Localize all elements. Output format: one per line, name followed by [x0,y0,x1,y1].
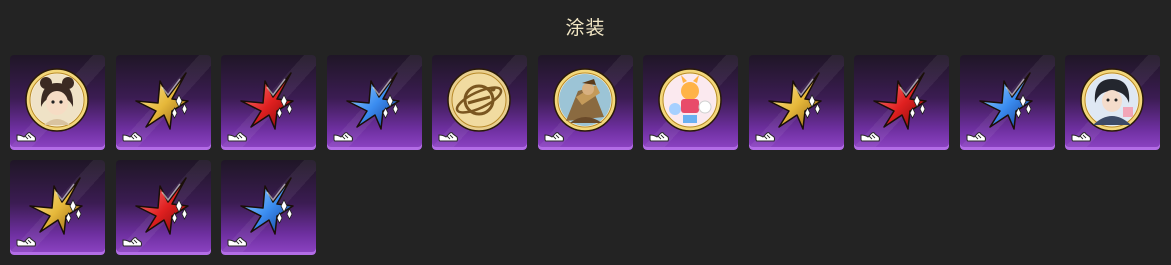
gold-star-icon [29,177,83,235]
blue-star-icon [345,72,400,130]
skin-tile[interactable] [221,55,316,150]
portrait-warrior-icon [552,68,617,132]
blue-star-icon [240,177,294,235]
red-star-icon [240,72,294,130]
shoe-icon [16,132,36,142]
skin-tile[interactable] [115,55,211,150]
blue-star-icon [978,72,1033,130]
skin-tile[interactable] [748,55,844,150]
shoe-icon [755,132,775,142]
portrait-chibi-icon [658,68,722,132]
skin-grid [10,55,1160,255]
skin-tile[interactable] [1065,55,1160,150]
skin-tile[interactable] [221,160,316,255]
shoe-icon [227,237,247,247]
skin-tile[interactable] [959,55,1055,150]
shoe-icon [227,132,247,142]
shoe-icon [860,132,880,142]
shoe-icon [333,132,353,142]
shoe-icon [16,237,36,247]
shoe-icon [122,132,142,142]
skin-tile[interactable] [537,55,633,150]
gold-star-icon [134,72,189,130]
shoe-icon [1071,132,1091,142]
shoe-icon [544,132,564,142]
red-star-icon [873,72,927,130]
skin-tile[interactable] [854,55,949,150]
shoe-icon [966,132,986,142]
planet-emblem-icon [447,68,511,132]
portrait-girl-icon [25,68,89,132]
red-star-icon [134,177,189,235]
skin-tile[interactable] [326,55,422,150]
portrait-boy-icon [1080,68,1144,132]
skin-tile[interactable] [432,55,527,150]
shoe-icon [649,132,669,142]
shoe-icon [438,132,458,142]
skin-tile[interactable] [115,160,211,255]
skin-panel: 涂装 [0,0,1171,265]
skin-tile[interactable] [643,55,738,150]
panel-title: 涂装 [565,17,606,39]
shoe-icon [122,237,142,247]
gold-star-icon [767,72,822,130]
skin-tile[interactable] [10,160,105,255]
skin-tile[interactable] [10,55,105,150]
